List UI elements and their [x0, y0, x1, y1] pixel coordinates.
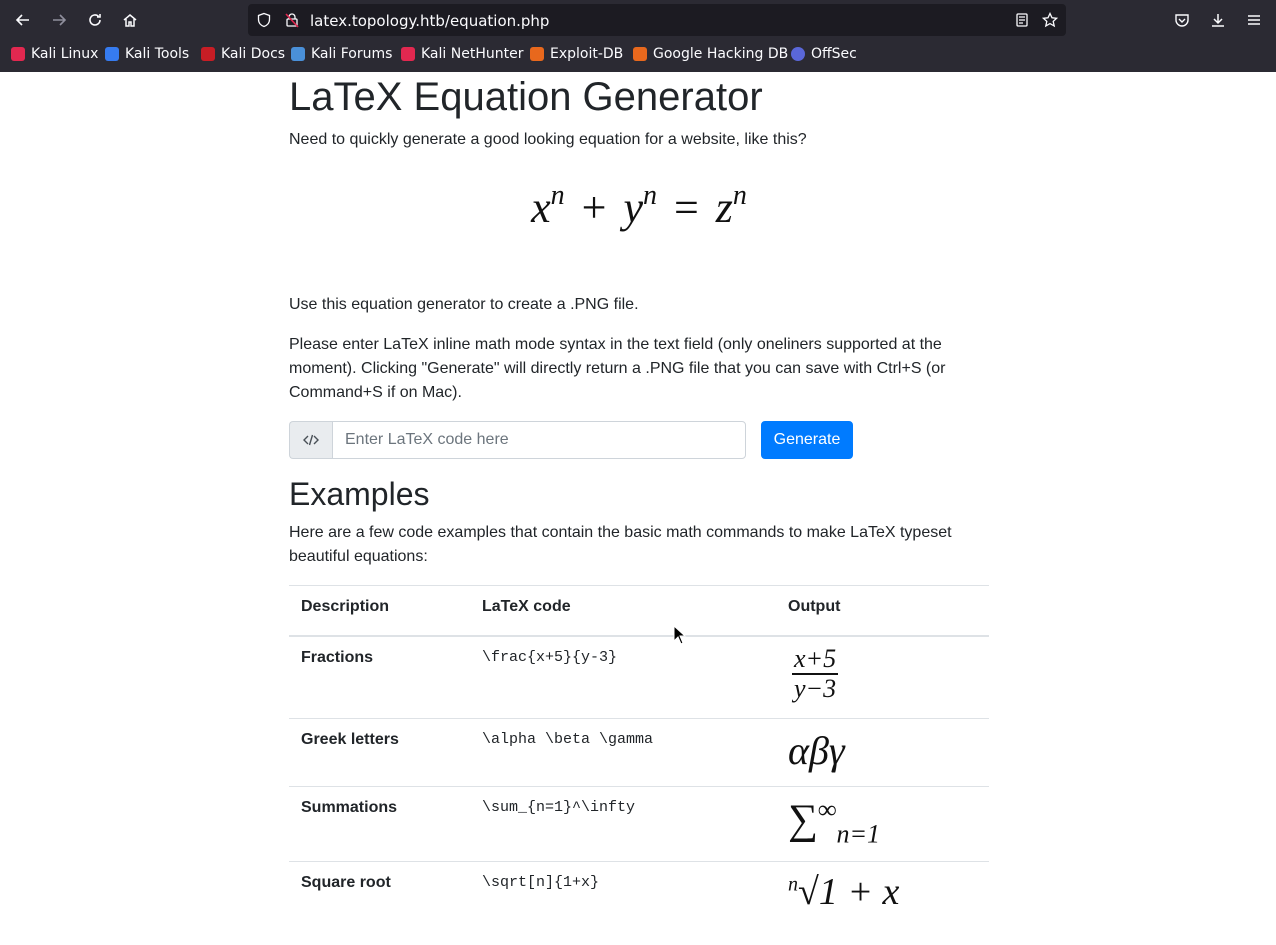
home-button[interactable] — [116, 6, 144, 34]
kali-nethunter-icon — [401, 47, 415, 61]
forward-button[interactable] — [45, 6, 73, 34]
bookmark-kali-linux[interactable]: Kali Linux — [11, 46, 98, 62]
exploit-db-icon — [530, 47, 544, 61]
reload-button[interactable] — [81, 6, 109, 34]
fraction-denominator: y−3 — [794, 673, 837, 703]
kali-docs-icon — [201, 47, 215, 61]
forward-arrow-icon — [53, 14, 67, 26]
table-row: Fractions \frac{x+5}{y-3} x+5 y−3 — [289, 635, 989, 719]
back-arrow-icon — [15, 14, 29, 26]
kali-tools-icon — [105, 47, 119, 61]
row-code: \sum_{n=1}^\infty — [470, 785, 776, 862]
hero-equation-image: xn + yn = zn — [531, 180, 747, 232]
shield-icon[interactable] — [256, 12, 272, 28]
row-description: Fractions — [289, 635, 470, 719]
browser-chrome: latex.topology.htb/equation.php Kali Lin… — [0, 0, 1276, 72]
bookmark-star-icon[interactable] — [1042, 12, 1058, 28]
examples-table: Description LaTeX code Output Fractions … — [289, 585, 989, 927]
header-description: Description — [289, 585, 470, 637]
table-header-row: Description LaTeX code Output — [289, 585, 989, 637]
home-icon — [123, 14, 137, 27]
bookmarks-toolbar: Kali Linux Kali Tools Kali Docs Kali For… — [0, 44, 1276, 68]
page-title: LaTeX Equation Generator — [289, 75, 763, 119]
table-row: Square root \sqrt[n]{1+x} n√1 + x — [289, 861, 989, 927]
back-button[interactable] — [9, 6, 37, 34]
intro-text: Need to quickly generate a good looking … — [289, 131, 807, 148]
row-code: \sqrt[n]{1+x} — [470, 861, 776, 927]
reader-view-icon[interactable] — [1014, 12, 1030, 28]
header-output: Output — [776, 585, 989, 637]
downloads-button[interactable] — [1204, 6, 1232, 34]
generate-button[interactable]: Generate — [761, 421, 853, 459]
fraction-numerator: x+5 — [792, 643, 839, 675]
bookmark-offsec[interactable]: OffSec — [791, 46, 857, 62]
latex-code-input[interactable] — [332, 421, 746, 459]
kali-forums-icon — [291, 47, 305, 61]
pocket-icon — [1175, 14, 1189, 27]
row-output-image: αβγ — [776, 718, 989, 787]
row-description: Greek letters — [289, 718, 470, 787]
address-bar[interactable]: latex.topology.htb/equation.php — [248, 4, 1066, 36]
header-latex-code: LaTeX code — [470, 585, 776, 637]
row-code: \alpha \beta \gamma — [470, 718, 776, 787]
latex-input-group — [289, 421, 746, 459]
table-row: Summations \sum_{n=1}^\infty ∑∞n=1 — [289, 785, 989, 862]
hamburger-menu-icon — [1248, 15, 1260, 25]
menu-button[interactable] — [1240, 6, 1268, 34]
download-icon — [1212, 14, 1224, 27]
row-output-image: ∑∞n=1 — [776, 785, 989, 862]
row-description: Square root — [289, 861, 470, 927]
instructions-text: Please enter LaTeX inline math mode synt… — [289, 336, 946, 401]
code-icon — [303, 434, 319, 446]
examples-intro: Here are a few code examples that contai… — [289, 524, 952, 565]
use-text: Use this equation generator to create a … — [289, 296, 639, 313]
pocket-button[interactable] — [1168, 6, 1196, 34]
bookmark-google-hacking-db[interactable]: Google Hacking DB — [633, 46, 788, 62]
row-code: \frac{x+5}{y-3} — [470, 635, 776, 719]
reload-icon — [89, 14, 101, 26]
row-output-image: n√1 + x — [776, 861, 989, 927]
bookmark-kali-nethunter[interactable]: Kali NetHunter — [401, 46, 523, 62]
offsec-icon — [791, 47, 805, 61]
insecure-lock-icon[interactable] — [284, 12, 300, 28]
mouse-cursor-icon — [673, 625, 687, 645]
input-prepend — [289, 421, 332, 459]
row-output-image: x+5 y−3 — [776, 635, 989, 719]
ghdb-icon — [633, 47, 647, 61]
examples-heading: Examples — [289, 476, 430, 512]
bookmark-kali-tools[interactable]: Kali Tools — [105, 46, 189, 62]
bookmark-kali-docs[interactable]: Kali Docs — [201, 46, 285, 62]
bookmark-exploit-db[interactable]: Exploit-DB — [530, 46, 623, 62]
url-text[interactable]: latex.topology.htb/equation.php — [310, 12, 549, 30]
table-row: Greek letters \alpha \beta \gamma αβγ — [289, 718, 989, 787]
bookmark-kali-forums[interactable]: Kali Forums — [291, 46, 392, 62]
kali-dragon-icon — [11, 47, 25, 61]
row-description: Summations — [289, 785, 470, 862]
